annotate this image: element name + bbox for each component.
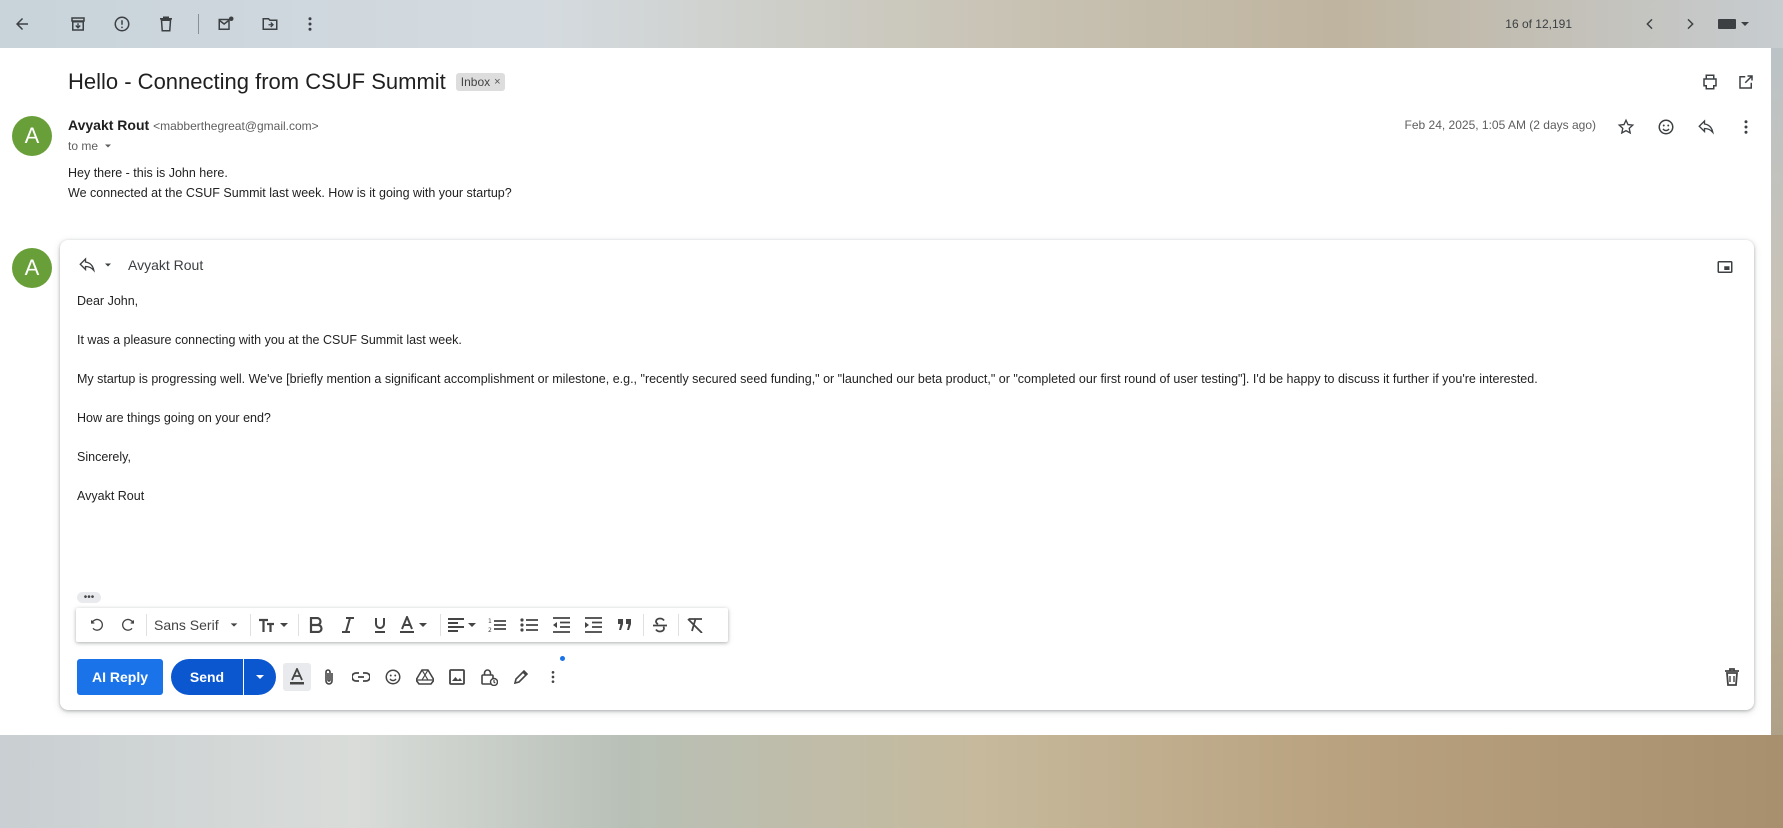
newer-chevron-left-icon[interactable] xyxy=(1638,12,1662,36)
recipient-chip[interactable]: Avyakt Rout xyxy=(128,257,203,273)
indent-less-icon[interactable] xyxy=(550,614,572,636)
underline-icon[interactable] xyxy=(369,614,391,636)
message-body-line: We connected at the CSUF Summit last wee… xyxy=(68,186,512,200)
inbox-label[interactable]: Inbox × xyxy=(455,73,505,91)
reply-header: Avyakt Rout xyxy=(78,256,203,274)
background-bottom xyxy=(0,735,1783,828)
toolbar-divider xyxy=(298,614,299,636)
message-date: Feb 24, 2025, 1:05 AM (2 days ago) xyxy=(1404,118,1596,132)
composer-body-line[interactable]: Dear John, xyxy=(77,294,138,308)
reply-composer: Avyakt Rout Dear John, It was a pleasure… xyxy=(60,240,1754,710)
formatting-options-icon[interactable] xyxy=(283,663,311,691)
page-title: Hello - Connecting from CSUF Summit xyxy=(68,69,446,94)
send-button[interactable]: Send xyxy=(171,659,243,695)
font-size-icon[interactable] xyxy=(256,614,292,636)
message-counter: 16 of 12,191 xyxy=(1505,17,1572,31)
notification-dot xyxy=(560,656,565,661)
google-drive-icon[interactable] xyxy=(414,666,436,688)
strikethrough-icon[interactable] xyxy=(649,614,671,636)
remove-label-icon[interactable]: × xyxy=(494,76,500,88)
signature-pen-icon[interactable] xyxy=(510,666,532,688)
more-options-icon[interactable] xyxy=(542,666,564,688)
open-new-window-icon[interactable] xyxy=(1735,71,1757,93)
move-to-icon[interactable] xyxy=(258,12,282,36)
archive-icon[interactable] xyxy=(66,12,90,36)
confidential-mode-icon[interactable] xyxy=(478,666,500,688)
composer-avatar[interactable]: A xyxy=(12,248,52,288)
insert-emoji-icon[interactable] xyxy=(382,666,404,688)
toolbar-divider xyxy=(146,614,147,636)
text-color-icon[interactable] xyxy=(398,614,432,636)
reply-type-icon[interactable] xyxy=(78,256,96,274)
sender-avatar[interactable]: A xyxy=(12,116,52,156)
remove-formatting-icon[interactable] xyxy=(684,614,706,636)
undo-icon[interactable] xyxy=(86,614,108,636)
subject-line: Hello - Connecting from CSUF Summit Inbo… xyxy=(68,69,505,95)
font-family-value: Sans Serif xyxy=(154,617,219,633)
sender-email: <mabberthegreat@gmail.com> xyxy=(153,119,319,133)
svg-text:1: 1 xyxy=(488,618,492,625)
message-panel: Hello - Connecting from CSUF Summit Inbo… xyxy=(0,48,1771,735)
chevron-down-icon xyxy=(256,675,264,679)
composer-body-line[interactable]: It was a pleasure connecting with you at… xyxy=(77,333,462,347)
report-spam-icon[interactable] xyxy=(110,12,134,36)
toolbar-divider xyxy=(643,614,644,636)
popout-reply-icon[interactable] xyxy=(1714,256,1736,278)
discard-draft-icon[interactable] xyxy=(1721,666,1743,688)
numbered-list-icon[interactable]: 12 xyxy=(486,614,508,636)
bulleted-list-icon[interactable] xyxy=(518,614,540,636)
composer-body-line[interactable]: Avyakt Rout xyxy=(77,489,144,503)
reply-icon[interactable] xyxy=(1694,115,1718,139)
chevron-down-icon[interactable] xyxy=(102,140,114,152)
recipient-details[interactable]: to me xyxy=(68,139,114,153)
attach-file-icon[interactable] xyxy=(318,666,340,688)
toolbar-divider xyxy=(678,614,679,636)
composer-body-line[interactable]: Sincerely, xyxy=(77,450,131,464)
top-toolbar: 16 of 12,191 xyxy=(0,0,1783,48)
more-vert-icon[interactable] xyxy=(298,12,322,36)
send-options-button[interactable] xyxy=(244,659,276,695)
composer-body-line[interactable]: How are things going on your end? xyxy=(77,411,271,425)
message-body-line: Hey there - this is John here. xyxy=(68,166,228,180)
input-tools-keyboard-icon[interactable] xyxy=(1716,12,1752,36)
delete-icon[interactable] xyxy=(154,12,178,36)
insert-link-icon[interactable] xyxy=(350,666,372,688)
bold-icon[interactable] xyxy=(305,614,327,636)
to-me-label: to me xyxy=(68,139,99,153)
emoji-reaction-icon[interactable] xyxy=(1654,115,1678,139)
sender-info: Avyakt Rout <mabberthegreat@gmail.com> xyxy=(68,117,319,133)
svg-text:2: 2 xyxy=(488,627,492,633)
toolbar-divider xyxy=(198,14,199,34)
print-icon[interactable] xyxy=(1699,71,1721,93)
font-family-select[interactable]: Sans Serif xyxy=(154,614,239,636)
quote-icon[interactable] xyxy=(614,614,636,636)
composer-body-line[interactable]: My startup is progressing well. We've [b… xyxy=(77,372,1538,386)
chevron-down-icon xyxy=(230,623,237,627)
toolbar-divider xyxy=(250,614,251,636)
chevron-down-icon[interactable] xyxy=(102,259,114,271)
formatting-toolbar: Sans Serif 1 2 xyxy=(76,608,728,642)
sender-name[interactable]: Avyakt Rout xyxy=(68,117,149,133)
align-icon[interactable] xyxy=(446,614,480,636)
ai-reply-button[interactable]: AI Reply xyxy=(77,659,163,695)
indent-more-icon[interactable] xyxy=(582,614,604,636)
redo-icon[interactable] xyxy=(117,614,139,636)
italic-icon[interactable] xyxy=(337,614,359,636)
mark-unread-icon[interactable] xyxy=(214,12,238,36)
older-chevron-right-icon[interactable] xyxy=(1678,12,1702,36)
show-trimmed-content-button[interactable]: ••• xyxy=(77,592,101,603)
star-icon[interactable] xyxy=(1614,115,1638,139)
message-more-icon[interactable] xyxy=(1734,115,1758,139)
back-arrow-icon[interactable] xyxy=(10,12,34,36)
toolbar-divider xyxy=(440,614,441,636)
insert-photo-icon[interactable] xyxy=(446,666,468,688)
inbox-label-text: Inbox xyxy=(460,75,491,89)
